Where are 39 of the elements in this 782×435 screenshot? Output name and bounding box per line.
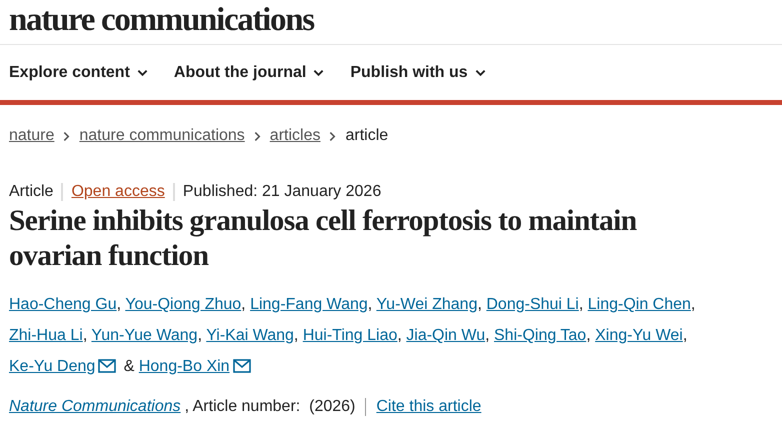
breadcrumb-link[interactable]: nature (9, 127, 54, 145)
nav-menu-button[interactable]: About the journal (174, 64, 324, 82)
chevron-right-icon (329, 130, 336, 142)
author-link[interactable]: Hui-Ting Liao (302, 327, 398, 344)
author-link[interactable]: Yu-Wei Zhang (376, 296, 478, 313)
author-link[interactable]: Xing-Yu Wei (595, 327, 683, 344)
journal-link[interactable]: Nature Communications (9, 398, 181, 416)
breadcrumb-current: article (345, 127, 388, 145)
chevron-down-icon (136, 68, 148, 76)
author-link[interactable]: Hao-Cheng Gu (9, 296, 117, 313)
author-link[interactable]: Yi-Kai Wang (206, 327, 294, 344)
open-access-link[interactable]: Open access (61, 183, 165, 201)
article-number: , Article number: (2026) (184, 398, 356, 416)
article-type: Article (9, 183, 54, 201)
author-link[interactable]: Yun-Yue Wang (91, 327, 198, 344)
mail-icon[interactable] (98, 359, 116, 373)
mail-icon[interactable] (232, 359, 251, 373)
author-link[interactable]: Ling-Fang Wang (250, 296, 368, 313)
chevron-right-icon (254, 130, 261, 142)
author-link[interactable]: Shi-Qing Tao (494, 327, 586, 344)
chevron-right-icon (63, 130, 70, 142)
publish-date: Published: 21 January 2026 (172, 183, 382, 201)
nav-menu-button[interactable]: Explore content (9, 64, 148, 82)
chevron-down-icon (313, 68, 324, 76)
author-link[interactable]: You-Qiong Zhuo (125, 296, 242, 313)
author-list: Hao-Cheng Gu, You-Qiong Zhuo, Ling-Fang Wang, Yu-Wei Zhang, Dong-Shui Li, Ling-Qin Chen, Zhi-Hua Li, Yun-Yue Wang, Yi-Kai Wang, Hui-Ting Liao, Jia-Qin Wu, Shi-Qing Tao, Xing-Yu Wei, Ke-Yu Deng & Hong-Bo Xin (9, 289, 773, 382)
author-link[interactable]: Zhi-Hua Li (9, 327, 83, 344)
breadcrumb-link[interactable]: nature communications (79, 127, 245, 145)
journal-logo[interactable]: nature communications (9, 2, 314, 38)
author-link[interactable]: Hong-Bo Xin (138, 358, 230, 375)
author-link[interactable]: Dong-Shui Li (486, 296, 579, 313)
author-link[interactable]: Jia-Qin Wu (406, 327, 486, 344)
article-title: Serine inhibits granulosa cell ferroptosis to maintain ovarian function (9, 204, 638, 274)
breadcrumb-link[interactable]: articles (270, 127, 320, 145)
chevron-down-icon (474, 68, 486, 76)
author-link[interactable]: Ling-Qin Chen (588, 296, 691, 313)
cite-link[interactable]: Cite this article (365, 398, 482, 416)
author-link[interactable]: Ke-Yu Deng (9, 358, 96, 375)
nav-menu-button[interactable]: Publish with us (350, 64, 486, 82)
